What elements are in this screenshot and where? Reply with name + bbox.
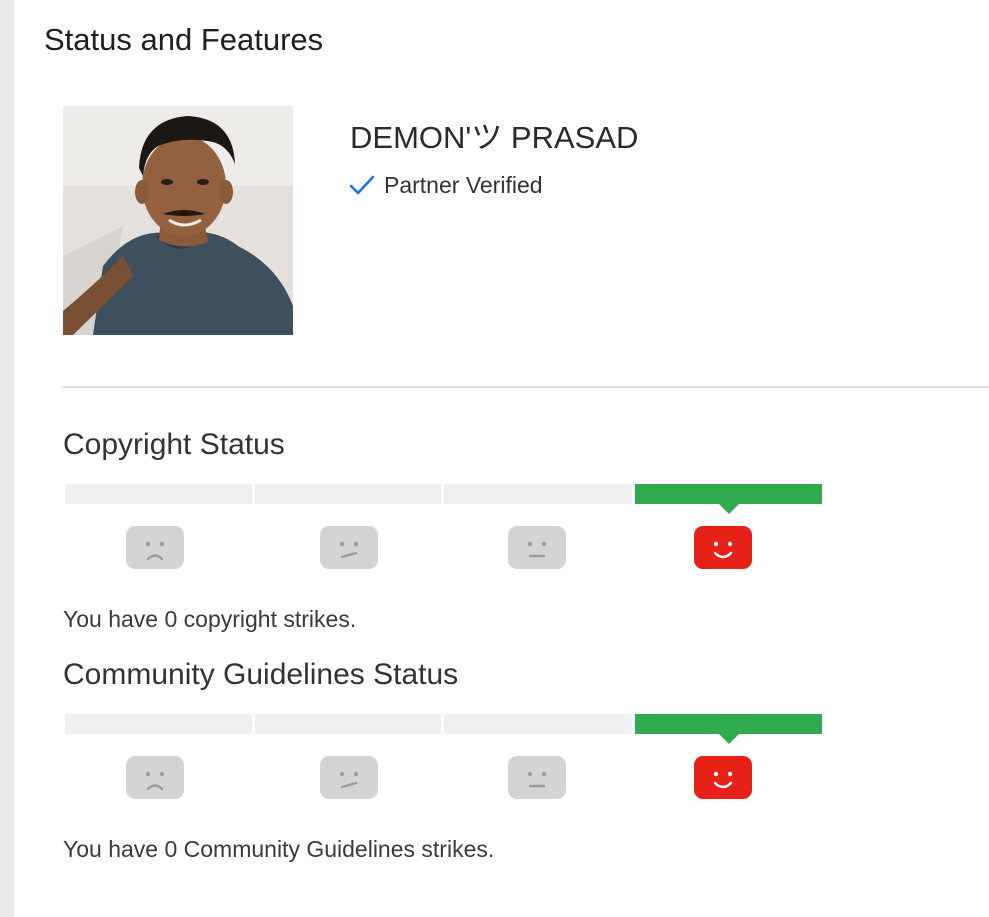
- community-guidelines-strike-meter: [63, 714, 823, 744]
- happy-face-icon: [694, 526, 752, 569]
- meter-segment-level-2: [255, 484, 441, 504]
- neutral-face-icon: [508, 526, 566, 569]
- section-divider: [63, 386, 989, 388]
- happy-face-icon: [694, 756, 752, 799]
- community-guidelines-status-section: Community Guidelines Status You have 0 C…: [63, 658, 823, 868]
- status-features-page: Status and Features DEMON'ツ PRASAD Partn…: [14, 0, 989, 917]
- unsure-face-icon: [320, 526, 378, 569]
- avatar-photo: [63, 106, 293, 335]
- unsure-face-icon: [320, 756, 378, 799]
- sad-face-icon: [126, 756, 184, 799]
- meter-pointer: [717, 733, 740, 744]
- page-title: Status and Features: [44, 22, 324, 57]
- copyright-strike-meter: [63, 484, 823, 514]
- partner-verified-status: Partner Verified: [348, 170, 543, 200]
- meter-segment-level-3: [444, 714, 632, 734]
- meter-segment-level-3: [444, 484, 632, 504]
- community-guidelines-status-title: Community Guidelines Status: [63, 658, 459, 691]
- copyright-strikes-message: You have 0 copyright strikes.: [63, 606, 357, 632]
- copyright-status-title: Copyright Status: [63, 428, 285, 461]
- meter-segment-level-4: [635, 484, 822, 514]
- checkmark-icon: [349, 175, 375, 195]
- meter-segment-level-2: [255, 714, 441, 734]
- channel-avatar[interactable]: [63, 106, 293, 335]
- community-guidelines-strikes-message: You have 0 Community Guidelines strikes.: [63, 836, 495, 862]
- sad-face-icon: [126, 526, 184, 569]
- meter-pointer: [717, 503, 740, 514]
- channel-name[interactable]: DEMON'ツ PRASAD: [350, 112, 638, 157]
- meter-segment-level-1: [65, 714, 252, 734]
- neutral-face-icon: [508, 756, 566, 799]
- meter-segment-level-1: [65, 484, 252, 504]
- left-rail: [0, 0, 14, 917]
- meter-segment-level-4: [635, 714, 822, 744]
- partner-verified-label: Partner Verified: [384, 171, 543, 198]
- copyright-status-section: Copyright Status You have 0 copyright st…: [63, 428, 823, 638]
